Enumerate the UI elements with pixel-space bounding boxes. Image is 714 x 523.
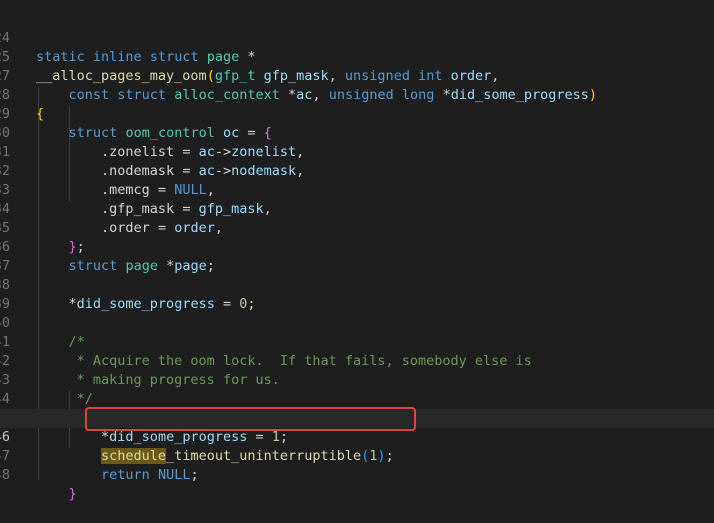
code-line[interactable]: 37 (0, 238, 714, 274)
line-code: return NULL; (36, 466, 199, 485)
code-line[interactable]: 38 *did_some_progress = 0; (0, 257, 714, 312)
code-line[interactable]: 31 .nodemask = ac->nodemask, (0, 124, 714, 179)
code-line[interactable]: 40 /* (0, 295, 714, 350)
code-line[interactable]: 35 }; (0, 200, 714, 255)
code-line[interactable]: 43 */ (0, 352, 714, 407)
code-line[interactable]: 24 static inline struct page * (0, 10, 714, 65)
code-line[interactable]: 44 if (!mutex_trylock(&oom_lock)) { (0, 371, 714, 426)
code-line[interactable]: 32 .memcg = NULL, (0, 143, 714, 198)
keyword: return (101, 467, 150, 483)
code-line[interactable]: 25 __alloc_pages_may_oom(gfp_t gfp_mask,… (0, 29, 714, 84)
bracket: } (68, 486, 77, 502)
code-line[interactable]: 39 (0, 276, 714, 312)
code-line[interactable]: 30 .zonelist = ac->zonelist, (0, 105, 714, 160)
code-line[interactable]: 33 .gfp_mask = gfp_mask, (0, 162, 714, 217)
keyword: NULL (157, 467, 191, 483)
code-line[interactable]: 36 struct page *page; (0, 219, 714, 274)
code-line[interactable]: 41 * Acquire the oom lock. If that fails… (0, 314, 714, 369)
punctuation: ; (190, 467, 199, 483)
code-line[interactable]: 42 * making progress for us. (0, 333, 714, 388)
code-line[interactable]: 48 } (0, 447, 714, 502)
code-line[interactable]: 28 { (0, 67, 714, 122)
code-line[interactable]: 27 const struct alloc_context *ac, unsig… (0, 48, 714, 103)
line-code: } (36, 485, 77, 504)
code-line[interactable]: 29 struct oom_control oc = { (0, 86, 714, 141)
annotation-highlight-box (85, 407, 416, 431)
code-editor[interactable]: 24 static inline struct page * 25 __allo… (0, 0, 714, 502)
line-number: 48 (0, 467, 10, 483)
code-line[interactable]: 34 .order = order, (0, 181, 714, 236)
